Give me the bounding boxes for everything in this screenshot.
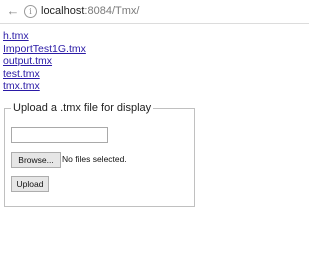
file-link[interactable]: ImportTest1G.tmx — [3, 43, 86, 55]
list-item: ImportTest1G.tmx — [3, 43, 86, 56]
upload-fieldset: Upload a .tmx file for display Browse...… — [4, 101, 195, 207]
upload-legend: Upload a .tmx file for display — [11, 101, 154, 115]
list-item: test.tmx — [3, 68, 86, 81]
url-path: :8084/Tmx/ — [84, 5, 140, 17]
file-link[interactable]: tmx.tmx — [3, 80, 40, 92]
file-link[interactable]: h.tmx — [3, 30, 29, 42]
list-item: output.tmx — [3, 55, 86, 68]
file-link[interactable]: output.tmx — [3, 55, 52, 67]
arrow-left-icon[interactable]: ← — [6, 4, 20, 18]
upload-button[interactable]: Upload — [11, 176, 49, 192]
file-link[interactable]: test.tmx — [3, 68, 40, 80]
text-input[interactable] — [11, 127, 108, 143]
list-item: h.tmx — [3, 30, 86, 43]
file-status-text: No files selected. — [62, 154, 127, 164]
file-link-list: h.tmx ImportTest1G.tmx output.tmx test.t… — [3, 30, 86, 93]
browse-button[interactable]: Browse... — [11, 152, 61, 168]
info-circle-icon[interactable]: i — [24, 5, 37, 18]
list-item: tmx.tmx — [3, 80, 86, 93]
address-url[interactable]: localhost:8084/Tmx/ — [41, 4, 139, 18]
browser-address-bar: ← i localhost:8084/Tmx/ — [0, 0, 309, 24]
url-host: localhost — [41, 5, 85, 17]
